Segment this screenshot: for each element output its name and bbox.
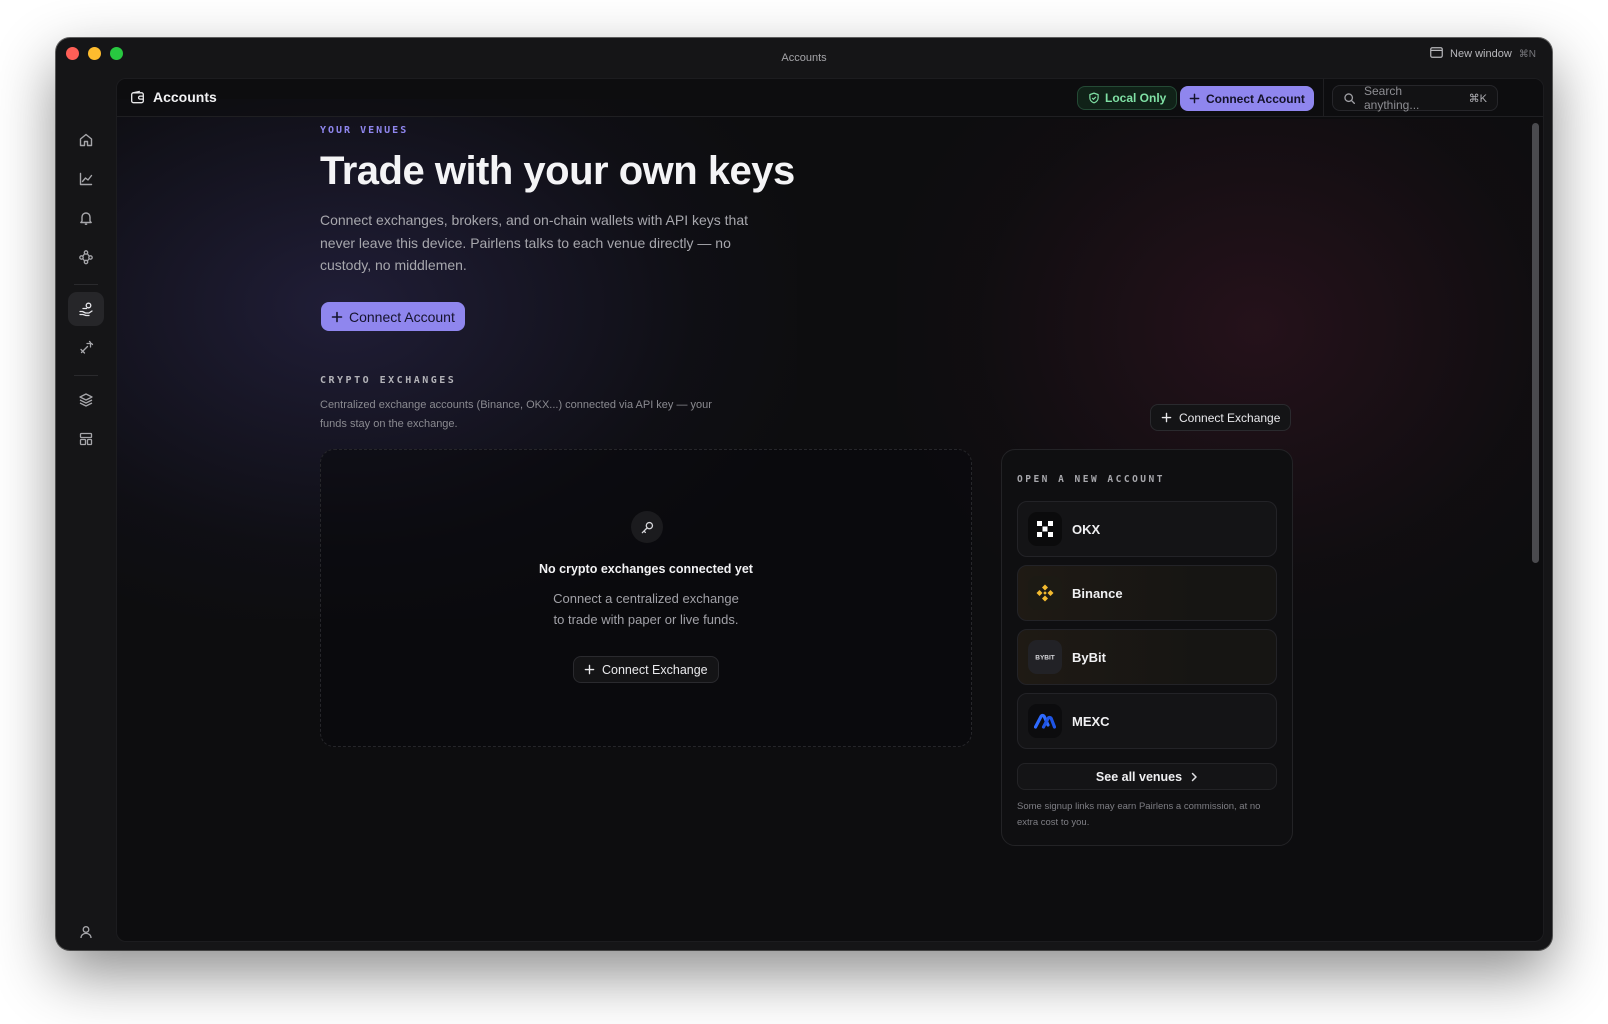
sidebar-divider (74, 284, 98, 285)
content-area: YOUR VENUES Trade with your own keys Con… (320, 79, 1300, 941)
nodes-icon (79, 250, 93, 265)
sidebar (56, 78, 116, 950)
plus-icon (584, 664, 595, 675)
close-window-button[interactable] (66, 47, 79, 60)
new-account-eyebrow: OPEN A NEW ACCOUNT (1017, 474, 1165, 485)
search-placeholder: Search anything... (1363, 84, 1420, 112)
layers-icon (79, 393, 93, 407)
rocket-icon (80, 340, 94, 354)
venue-mexc[interactable]: MEXC (1017, 693, 1277, 749)
page-title: Accounts (130, 89, 217, 105)
empty-state-title: No crypto exchanges connected yet (539, 562, 753, 576)
commission-note: Some signup links may earn Pairlens a co… (1017, 801, 1261, 828)
open-new-account-panel: OPEN A NEW ACCOUNT OKX Binance BYBIT ByB… (1001, 449, 1293, 846)
sidebar-item-flows[interactable] (68, 240, 104, 274)
empty-connect-exchange-button[interactable]: Connect Exchange (573, 656, 719, 683)
plus-icon (1161, 412, 1172, 423)
crypto-section-eyebrow: CRYPTO EXCHANGES (320, 375, 457, 386)
mexc-logo (1028, 704, 1062, 738)
see-all-venues-label: See all venues (1095, 769, 1183, 784)
new-window-button[interactable]: New window ⌘N (1430, 47, 1536, 61)
connect-exchange-label: Connect Exchange (1179, 410, 1281, 425)
user-icon (80, 926, 92, 939)
connect-exchange-button[interactable]: Connect Exchange (1150, 404, 1292, 431)
venue-name: OKX (1072, 521, 1101, 537)
hero-description: Connect exchanges, brokers, and on-chain… (320, 212, 749, 273)
page-title-text: Accounts (153, 89, 217, 105)
minimize-window-button[interactable] (88, 47, 101, 60)
sidebar-item-alerts[interactable] (68, 201, 104, 235)
title-bar: Accounts New window ⌘N (56, 38, 1552, 78)
scrollbar-thumb[interactable] (1532, 123, 1539, 563)
venue-name: ByBit (1072, 649, 1106, 665)
see-all-venues-button[interactable]: See all venues (1017, 763, 1277, 790)
zoom-window-button[interactable] (110, 47, 123, 60)
venue-name: Binance (1072, 585, 1123, 601)
crypto-section-description: Centralized exchange accounts (Binance, … (320, 399, 712, 430)
binance-logo (1028, 576, 1062, 610)
bell-icon (80, 212, 92, 225)
new-window-label: New window (1450, 48, 1512, 60)
sidebar-item-chart[interactable] (68, 162, 104, 196)
empty-state-description-line: to trade with paper or live funds. (553, 612, 739, 627)
search-shortcut: ⌘K (1468, 92, 1487, 105)
hand-coins-icon (79, 302, 93, 317)
bybit-logo: BYBIT (1028, 640, 1062, 674)
new-window-shortcut: ⌘N (1518, 48, 1536, 60)
sidebar-item-home[interactable] (68, 123, 104, 157)
plus-icon (331, 311, 343, 322)
hero-title: Trade with your own keys (320, 149, 795, 193)
line-chart-icon (79, 172, 93, 186)
sidebar-item-strategies[interactable] (68, 331, 104, 365)
sidebar-item-layers[interactable] (68, 383, 104, 417)
main-panel: Accounts Local Only Connect Account Sear… (116, 78, 1544, 942)
hero-connect-label: Connect Account (349, 308, 455, 325)
chevron-right-icon (1191, 772, 1197, 781)
empty-connect-exchange-label: Connect Exchange (602, 662, 708, 677)
hero-eyebrow: YOUR VENUES (320, 125, 409, 136)
sidebar-divider (74, 375, 98, 376)
hero-connect-account-button[interactable]: Connect Account (321, 302, 465, 331)
svg-text:BYBIT: BYBIT (1035, 655, 1055, 662)
empty-state-description-line: Connect a centralized exchange (553, 591, 739, 606)
window-controls (66, 47, 123, 60)
venue-name: MEXC (1072, 713, 1110, 729)
search-input[interactable]: Search anything... ⌘K (1332, 84, 1498, 112)
okx-logo (1028, 512, 1062, 546)
window-title: Accounts (781, 52, 827, 64)
empty-state-description: Connect a centralized exchange to trade … (321, 588, 971, 630)
home-icon (79, 133, 93, 147)
empty-exchanges-card: No crypto exchanges connected yet Connec… (320, 449, 972, 747)
venue-bybit[interactable]: BYBIT ByBit (1017, 629, 1277, 685)
layout-icon (79, 432, 93, 446)
profile-button[interactable] (68, 915, 104, 949)
wallet-icon (131, 90, 144, 103)
topbar-divider (1323, 79, 1324, 117)
search-icon (1344, 92, 1356, 104)
window-icon (1430, 47, 1443, 61)
key-icon (631, 511, 663, 543)
venue-okx[interactable]: OKX (1017, 501, 1277, 557)
sidebar-item-layout[interactable] (68, 422, 104, 456)
venue-binance[interactable]: Binance (1017, 565, 1277, 621)
scrollbar[interactable] (1529, 117, 1543, 941)
sidebar-item-accounts[interactable] (68, 292, 104, 326)
app-window: Accounts New window ⌘N Accounts Local On… (56, 38, 1552, 950)
